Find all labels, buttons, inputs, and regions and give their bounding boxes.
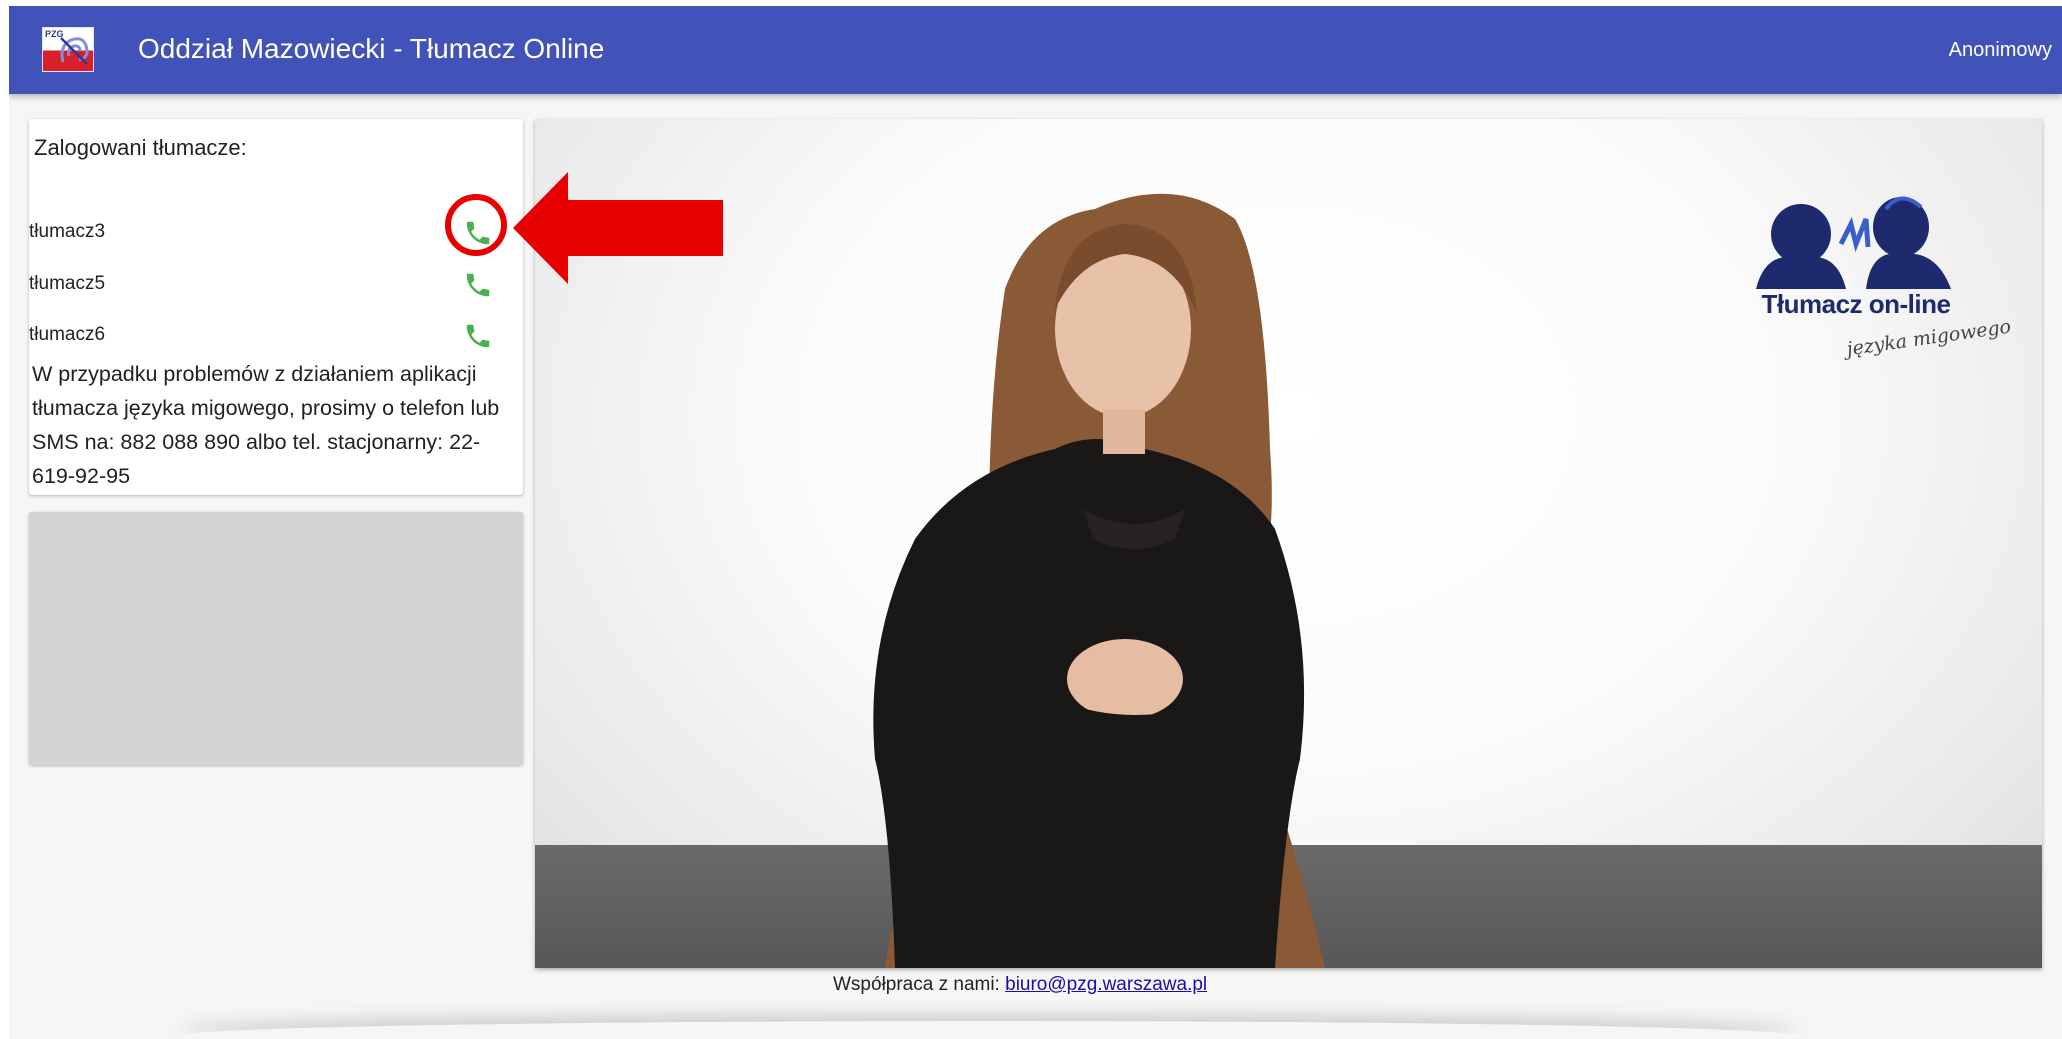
user-menu[interactable]: Anonimowy bbox=[1949, 37, 2052, 63]
phone-icon[interactable] bbox=[463, 321, 493, 351]
interpreter-name: tłumacz5 bbox=[29, 273, 106, 294]
interpreters-card: Zalogowani tłumacze: tłumacz3 tłumacz5 t… bbox=[29, 119, 523, 495]
page: PZG Oddział Mazowiecki - Tłumacz Online … bbox=[9, 6, 2062, 1039]
bottom-shadow bbox=[179, 1021, 1799, 1039]
footer-label: Współpraca z nami: bbox=[833, 974, 1006, 995]
interpreter-name: tłumacz6 bbox=[29, 324, 106, 345]
footer: Współpraca z nami: biuro@pzg.warszawa.pl bbox=[833, 973, 1207, 997]
video-watermark-logo: Tłumacz on-line języka migowego bbox=[1756, 189, 2012, 379]
video-logo-subtitle: języka migowego bbox=[1845, 315, 2013, 361]
interpreter-name: tłumacz3 bbox=[29, 221, 106, 242]
app-title: Oddział Mazowiecki - Tłumacz Online bbox=[138, 33, 605, 64]
video-player[interactable]: Tłumacz on-line języka migowego bbox=[535, 119, 2042, 968]
video-logo-title: Tłumacz on-line bbox=[1761, 289, 1951, 319]
phone-icon[interactable] bbox=[463, 270, 493, 300]
sign-language-logo-icon bbox=[1756, 196, 1951, 289]
local-video-placeholder bbox=[29, 512, 523, 765]
ear-icon bbox=[60, 37, 89, 65]
interpreter-row: tłumacz6 bbox=[29, 315, 523, 355]
interpreters-title: Zalogowani tłumacze: bbox=[34, 135, 247, 160]
contact-email-link[interactable]: biuro@pzg.warszawa.pl bbox=[1005, 974, 1207, 995]
pzg-logo[interactable]: PZG bbox=[42, 27, 94, 72]
interpreter-row: tłumacz5 bbox=[29, 264, 523, 304]
help-text: W przypadku problemów z działaniem aplik… bbox=[32, 362, 500, 488]
app-bar: PZG Oddział Mazowiecki - Tłumacz Online … bbox=[9, 6, 2062, 94]
annotation-arrow-icon bbox=[513, 172, 723, 284]
annotation-circle bbox=[445, 194, 507, 256]
logo-text: PZG bbox=[45, 29, 64, 39]
